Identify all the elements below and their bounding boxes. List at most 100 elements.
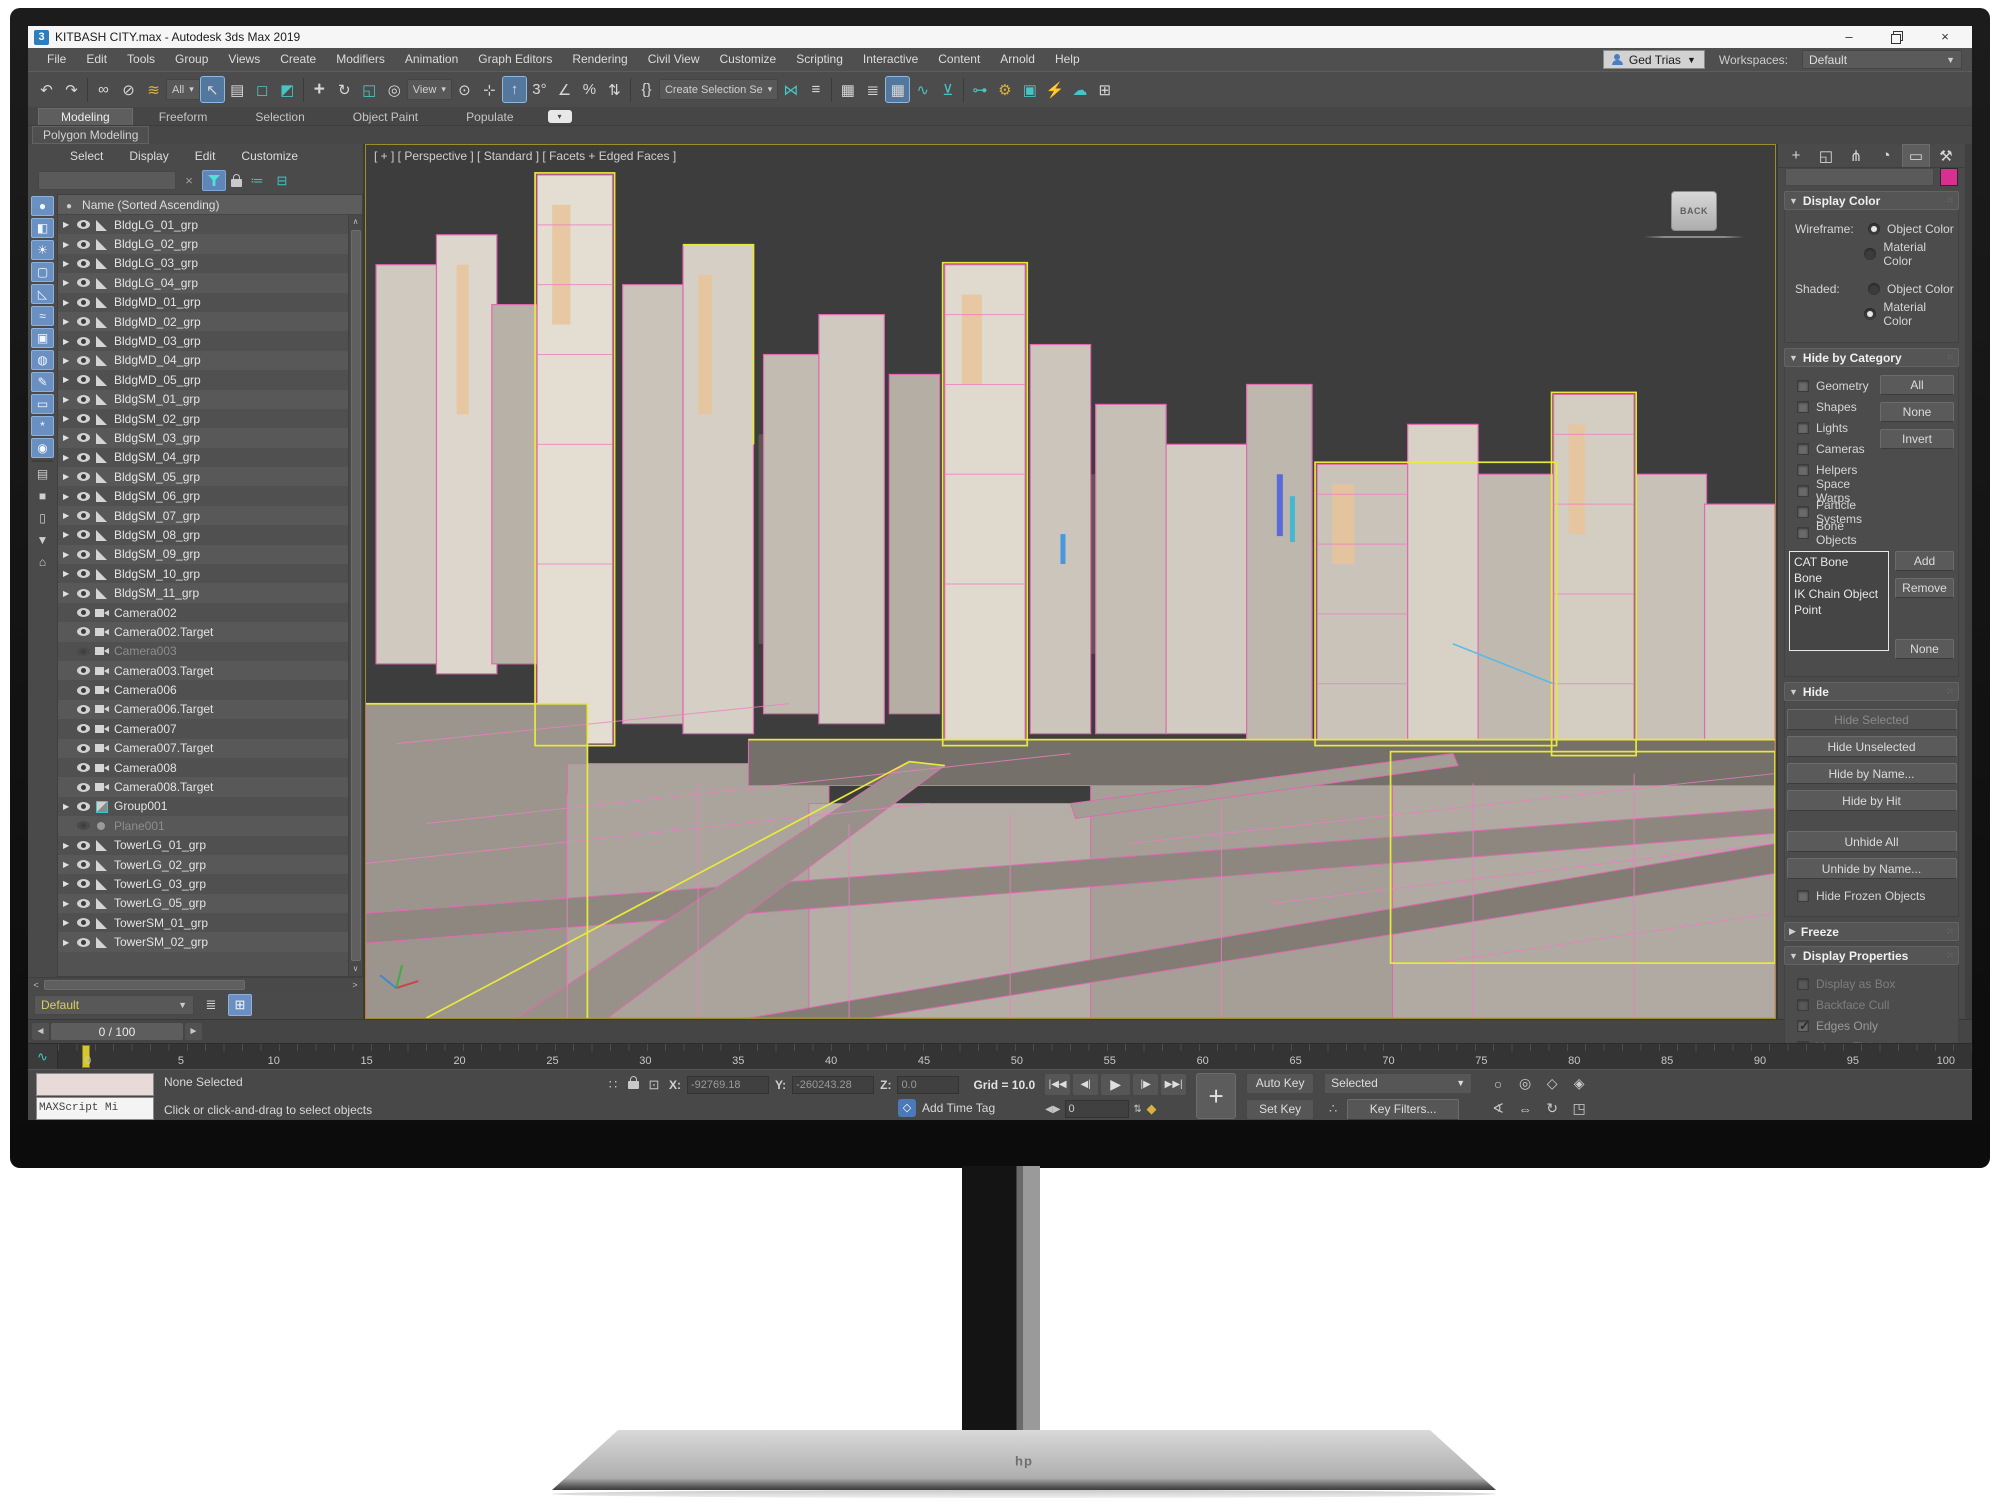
visibility-eye-icon[interactable]: [77, 452, 90, 462]
visibility-eye-icon[interactable]: [77, 743, 90, 753]
expand-arrow[interactable]: ▶: [63, 414, 72, 423]
workspace-dropdown[interactable]: Default ▼: [1802, 50, 1962, 69]
sort-by-hierarchy-icon[interactable]: ⊞: [228, 994, 252, 1016]
box-mode-icon[interactable]: ■: [31, 486, 54, 506]
polygon-modeling-panel[interactable]: Polygon Modeling: [32, 126, 150, 144]
visibility-eye-icon[interactable]: [77, 821, 90, 831]
expand-arrow[interactable]: ▶: [63, 317, 72, 326]
shaded-material-color-radio[interactable]: [1864, 308, 1877, 320]
visibility-eye-icon[interactable]: [77, 375, 90, 385]
modify-tab[interactable]: ◱: [1812, 144, 1840, 167]
bind-to-space-warp-icon[interactable]: ≋: [141, 76, 166, 103]
list-item[interactable]: ▶ TowerLG_02_grp: [58, 854, 362, 875]
display-tab[interactable]: ▭: [1902, 144, 1930, 167]
separator[interactable]: [87, 77, 88, 102]
hierarchy-tab[interactable]: ⋔: [1842, 144, 1870, 167]
orbit-icon[interactable]: ↻: [1540, 1098, 1564, 1120]
category-action-button[interactable]: None: [1880, 402, 1954, 422]
ribbon-tab[interactable]: Object Paint: [331, 109, 440, 125]
viewcube[interactable]: BACK: [1644, 191, 1744, 238]
menu-item[interactable]: Rendering: [563, 48, 636, 71]
filter-visibility-icon[interactable]: ◉: [31, 438, 54, 458]
menu-item[interactable]: Content: [929, 48, 989, 71]
sort-by-layer-icon[interactable]: ≣: [199, 994, 223, 1016]
explorer-menu-item[interactable]: Select: [70, 149, 103, 163]
visibility-eye-icon[interactable]: [77, 608, 90, 617]
go-to-end-button[interactable]: ▶▶|: [1161, 1074, 1187, 1095]
list-item[interactable]: ▶ BldgSM_06_grp: [58, 486, 362, 506]
expand-arrow[interactable]: ▶: [63, 841, 72, 850]
list-item[interactable]: ▶ Camera006.Target: [58, 699, 362, 720]
field-of-view-icon[interactable]: ∢: [1486, 1098, 1510, 1120]
filter-shapes-icon[interactable]: ◺: [31, 284, 54, 304]
minimize-button[interactable]: –: [1842, 30, 1856, 44]
menu-item[interactable]: Customize: [711, 48, 786, 71]
list-item[interactable]: ▶ BldgMD_02_grp: [58, 311, 362, 332]
mirror-icon[interactable]: ⋈: [778, 76, 803, 103]
maxscript-pink-pane[interactable]: [36, 1072, 154, 1096]
list-item[interactable]: ▶ BldgSM_11_grp: [58, 583, 362, 603]
utilities-tab[interactable]: ⚒: [1932, 144, 1960, 167]
list-item[interactable]: ▶ BldgSM_02_grp: [58, 408, 362, 429]
visibility-eye-icon[interactable]: [77, 511, 90, 521]
category-checkbox[interactable]: Bone Objects: [1789, 519, 1880, 547]
scroll-right-icon[interactable]: >: [347, 980, 363, 990]
next-frame-arrow[interactable]: ►: [185, 1023, 202, 1040]
x-coordinate-field[interactable]: [687, 1075, 769, 1094]
time-slider-handle[interactable]: 0 / 100: [51, 1023, 183, 1040]
z-coordinate-field[interactable]: [897, 1075, 960, 1094]
visibility-eye-icon[interactable]: [77, 840, 90, 850]
list-column-header[interactable]: Name (Sorted Ascending): [58, 195, 362, 215]
expand-arrow[interactable]: ▶: [63, 356, 72, 365]
angle-snap-icon[interactable]: ∠: [552, 76, 577, 103]
expand-arrow[interactable]: ▶: [63, 918, 72, 927]
next-frame-button[interactable]: |▶: [1133, 1074, 1159, 1095]
listbox-item[interactable]: Bone: [1794, 570, 1884, 586]
hide-action-button[interactable]: Hide by Name...: [1786, 763, 1957, 784]
hide-action-button[interactable]: Unhide by Name...: [1786, 858, 1957, 879]
ribbon-tab[interactable]: Modeling: [38, 108, 133, 125]
category-checkbox[interactable]: Shapes: [1789, 396, 1880, 417]
list-item[interactable]: ▶ Camera008: [58, 757, 362, 778]
list-item[interactable]: ▶ BldgSM_09_grp: [58, 544, 362, 565]
render-in-cloud-icon[interactable]: ☁: [1067, 76, 1092, 103]
visibility-eye-icon[interactable]: [77, 472, 90, 482]
clear-search-icon[interactable]: ×: [181, 173, 197, 188]
separator[interactable]: [302, 77, 304, 102]
list-item[interactable]: ▶ Camera007: [58, 719, 362, 739]
expand-arrow[interactable]: ▶: [63, 860, 72, 869]
list-item[interactable]: ▶ BldgSM_04_grp: [58, 447, 362, 468]
expand-arrow[interactable]: ▶: [63, 899, 72, 908]
visibility-eye-icon[interactable]: [77, 258, 90, 268]
list-item[interactable]: ▶ BldgMD_03_grp: [58, 331, 362, 351]
visibility-eye-icon[interactable]: [77, 414, 90, 424]
visibility-eye-icon[interactable]: [77, 588, 90, 598]
list-item[interactable]: ▶ TowerLG_01_grp: [58, 835, 362, 855]
expand-arrow[interactable]: ▶: [63, 259, 72, 268]
visibility-eye-icon[interactable]: [77, 317, 90, 327]
selection-lock-icon[interactable]: [628, 1075, 639, 1089]
use-pivot-center-icon[interactable]: ⊙: [452, 76, 477, 103]
visibility-eye-icon[interactable]: [77, 627, 90, 637]
expand-arrow[interactable]: ▶: [63, 589, 72, 598]
material-editor-icon[interactable]: ⊶: [967, 76, 992, 103]
expand-arrow[interactable]: ▶: [63, 220, 72, 229]
key-filters-button[interactable]: Key Filters...: [1347, 1098, 1460, 1120]
list-item[interactable]: ▶ BldgMD_01_grp: [58, 292, 362, 312]
separator[interactable]: [963, 77, 965, 102]
listbox-item[interactable]: IK Chain Object: [1794, 586, 1884, 602]
expand-arrow[interactable]: ▶: [63, 278, 72, 287]
set-key-button[interactable]: Set Key: [1246, 1098, 1315, 1120]
menu-item[interactable]: Interactive: [854, 48, 927, 71]
restore-button[interactable]: [1890, 30, 1904, 44]
spinner-snap-icon[interactable]: ⇅: [602, 76, 627, 103]
mini-curve-editor-icon[interactable]: ∿: [28, 1044, 58, 1069]
menu-item[interactable]: Edit: [77, 48, 116, 71]
visibility-eye-icon[interactable]: [77, 297, 90, 307]
expand-arrow[interactable]: ▶: [63, 938, 72, 947]
ribbon-tab[interactable]: Freeform: [137, 109, 230, 125]
visibility-eye-icon[interactable]: [77, 763, 90, 773]
expand-arrow[interactable]: ▶: [63, 472, 72, 481]
frame-spinner[interactable]: ⇅: [1133, 1104, 1143, 1115]
play-button[interactable]: ▶: [1101, 1074, 1131, 1095]
